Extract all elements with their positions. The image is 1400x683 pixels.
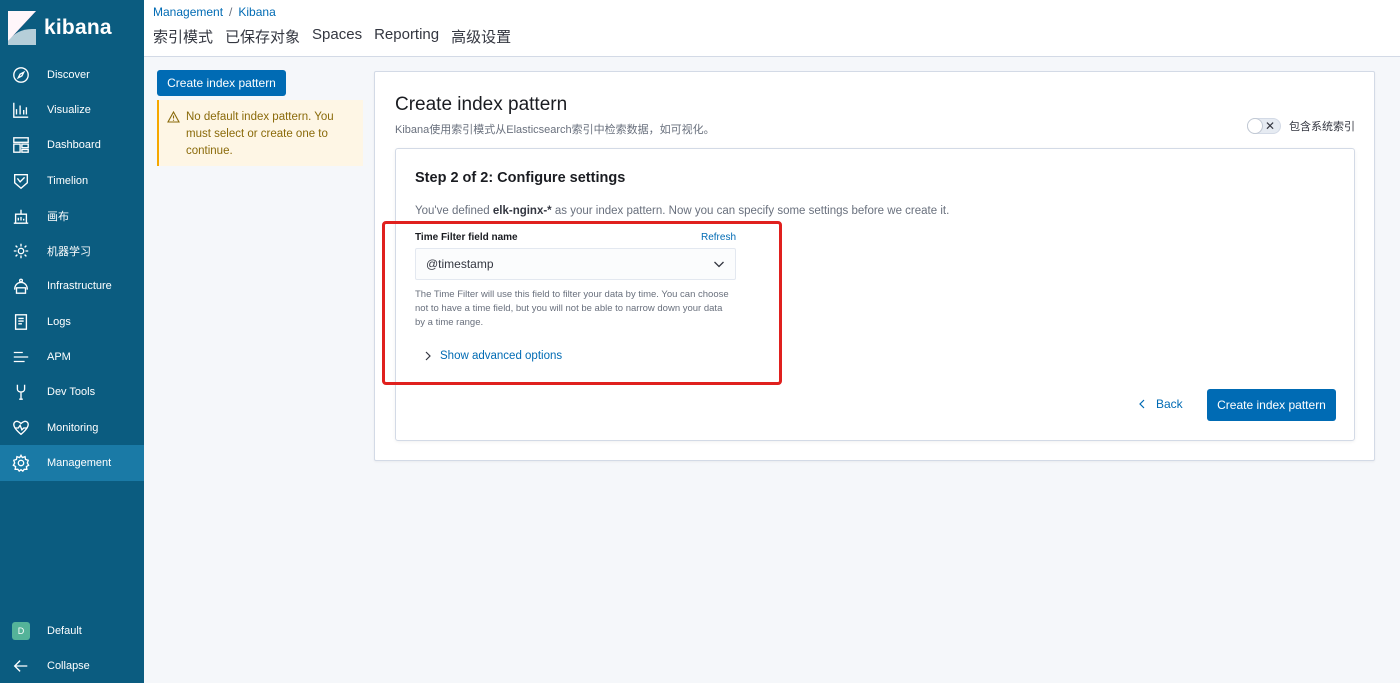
space-selector[interactable]: D Default [0, 613, 144, 648]
step-desc-suffix: as your index pattern. Now you can speci… [551, 205, 950, 217]
nav-label: Management [47, 456, 112, 469]
nav-item-discover[interactable]: Discover [0, 57, 144, 92]
step-title: Step 2 of 2: Configure settings [415, 170, 626, 186]
nav-label: Visualize [47, 103, 91, 116]
dev-tools-icon [11, 382, 31, 402]
space-avatar: D [11, 621, 31, 641]
index-pattern-name: elk-nginx-* [492, 205, 552, 217]
nav-item-apm[interactable]: APM [0, 339, 144, 374]
selected-time-field: @timestamp [426, 257, 494, 271]
chevron-right-icon [425, 351, 431, 361]
nav-label: 机器学习 [47, 246, 91, 259]
close-icon: ✕ [1264, 119, 1275, 133]
nav-label: Monitoring [47, 421, 99, 434]
breadcrumb-separator: / [229, 5, 233, 19]
nav-label: Timelion [47, 174, 89, 187]
nav-item-dashboard[interactable]: Dashboard [0, 128, 144, 163]
nav-label: Infrastructure [47, 280, 112, 293]
include-system-indices-toggle[interactable]: ✕ 包含系统索引 [1247, 118, 1355, 134]
nav-item-logs[interactable]: Logs [0, 304, 144, 339]
nav-item-canvas[interactable]: 画布 [0, 198, 144, 233]
breadcrumb-kibana[interactable]: Kibana [238, 5, 275, 19]
advanced-label: Show advanced options [440, 350, 563, 362]
timelion-icon [11, 171, 31, 191]
page-description: Kibana使用索引模式从Elasticsearch索引中检索数据，如可视化。 [395, 124, 715, 136]
chevron-down-icon [713, 258, 725, 273]
nav-item-dev-tools[interactable]: Dev Tools [0, 375, 144, 410]
nav-item-infrastructure[interactable]: Infrastructure [0, 269, 144, 304]
sidebar: kibana Discover Visualize Dashboard Time… [0, 0, 144, 683]
toggle-knob [1247, 118, 1263, 134]
visualize-icon [11, 100, 31, 120]
time-filter-label: Time Filter field name [415, 232, 518, 243]
nav-item-timelion[interactable]: Timelion [0, 163, 144, 198]
step-description: You've defined elk-nginx-* as your index… [415, 205, 949, 217]
brand[interactable]: kibana [0, 0, 144, 56]
collapse-label: Collapse [47, 659, 90, 672]
monitoring-icon [11, 418, 31, 438]
nav-label: Logs [47, 315, 71, 328]
nav-label: Discover [47, 68, 90, 81]
brand-name: kibana [44, 16, 112, 39]
machine-learning-icon [11, 241, 31, 261]
tab-reporting[interactable]: Reporting [374, 26, 439, 47]
toggle-switch[interactable]: ✕ [1247, 118, 1281, 134]
callout-text: No default index pattern. You must selec… [186, 111, 334, 157]
nav-item-management[interactable]: Management [0, 445, 144, 481]
space-label: Default [47, 624, 82, 637]
tab-advanced-settings[interactable]: 高级设置 [451, 26, 511, 47]
create-index-pattern-submit-button[interactable]: Create index pattern [1207, 389, 1336, 421]
nav-label: Dashboard [47, 139, 101, 152]
nav-label: APM [47, 351, 71, 364]
time-field-select[interactable]: @timestamp [415, 248, 736, 280]
header: Management / Kibana 索引模式 已保存对象 Spaces Repo… [144, 0, 1400, 57]
page-title: Create index pattern [395, 94, 568, 115]
chevron-left-icon [1139, 399, 1145, 409]
compass-icon [11, 65, 31, 85]
nav-list: Discover Visualize Dashboard Timelion 画布… [0, 57, 144, 481]
management-tabs: 索引模式 已保存对象 Spaces Reporting 高级设置 [153, 26, 1400, 47]
canvas-icon [11, 206, 31, 226]
arrow-left-icon [11, 656, 31, 676]
nav-label: 画布 [47, 210, 69, 223]
nav-label: Dev Tools [47, 386, 96, 399]
breadcrumb-management[interactable]: Management [153, 5, 223, 19]
tab-spaces[interactable]: Spaces [312, 26, 362, 47]
refresh-link[interactable]: Refresh [701, 232, 736, 243]
no-default-index-callout: No default index pattern. You must selec… [157, 100, 363, 166]
toggle-label: 包含系统索引 [1289, 121, 1355, 133]
warning-icon [167, 110, 180, 166]
logs-icon [11, 312, 31, 332]
nav-item-visualize[interactable]: Visualize [0, 92, 144, 127]
nav-item-machine-learning[interactable]: 机器学习 [0, 233, 144, 268]
create-index-pattern-button[interactable]: Create index pattern [157, 70, 286, 96]
nav-bottom: D Default Collapse [0, 613, 144, 683]
back-button[interactable]: Back [1138, 397, 1183, 411]
create-index-pattern-panel: Create index pattern Kibana使用索引模式从Elasti… [374, 71, 1375, 461]
show-advanced-options-button[interactable]: Show advanced options [424, 350, 562, 362]
tab-index-patterns[interactable]: 索引模式 [153, 26, 213, 47]
breadcrumb: Management / Kibana [153, 0, 1400, 24]
time-filter-help: The Time Filter will use this field to f… [415, 289, 729, 328]
kibana-logo-icon [8, 11, 36, 45]
gear-icon [11, 453, 31, 473]
back-label: Back [1156, 397, 1183, 411]
tab-saved-objects[interactable]: 已保存对象 [225, 26, 300, 47]
collapse-button[interactable]: Collapse [0, 648, 144, 683]
apm-icon [11, 347, 31, 367]
step-desc-prefix: You've defined [415, 205, 493, 217]
dashboard-icon [11, 135, 31, 155]
nav-item-monitoring[interactable]: Monitoring [0, 410, 144, 445]
step-card: Step 2 of 2: Configure settings You've d… [395, 148, 1355, 441]
infrastructure-icon [11, 276, 31, 296]
